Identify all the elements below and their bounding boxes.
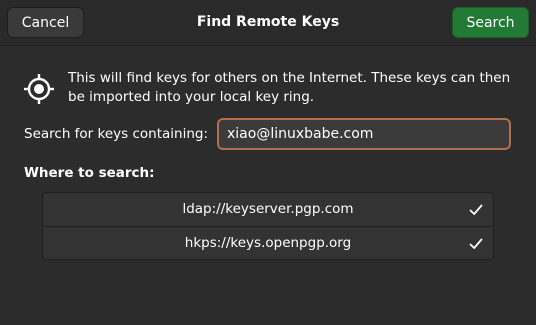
keyserver-row[interactable]: ldap://keyserver.pgp.com xyxy=(43,193,493,226)
info-description: This will find keys for others on the In… xyxy=(68,70,511,105)
cancel-button[interactable]: Cancel xyxy=(7,7,84,38)
checkmark-icon xyxy=(469,238,483,249)
where-to-search-heading: Where to search: xyxy=(24,165,155,181)
checkmark-icon xyxy=(469,204,483,215)
keyserver-name: hkps://keys.openpgp.org xyxy=(184,235,352,251)
keyserver-list: ldap://keyserver.pgp.com hkps://keys.ope… xyxy=(42,192,494,260)
header-bar: Cancel Find Remote Keys Search xyxy=(0,0,536,46)
search-input[interactable] xyxy=(217,118,511,150)
keyserver-name: ldap://keyserver.pgp.com xyxy=(182,201,354,217)
target-icon xyxy=(24,74,54,104)
search-button[interactable]: Search xyxy=(452,7,529,38)
keyserver-row[interactable]: hkps://keys.openpgp.org xyxy=(43,226,493,259)
search-field-label: Search for keys containing: xyxy=(24,126,209,142)
find-remote-keys-dialog: Cancel Find Remote Keys Search This will… xyxy=(0,0,536,325)
